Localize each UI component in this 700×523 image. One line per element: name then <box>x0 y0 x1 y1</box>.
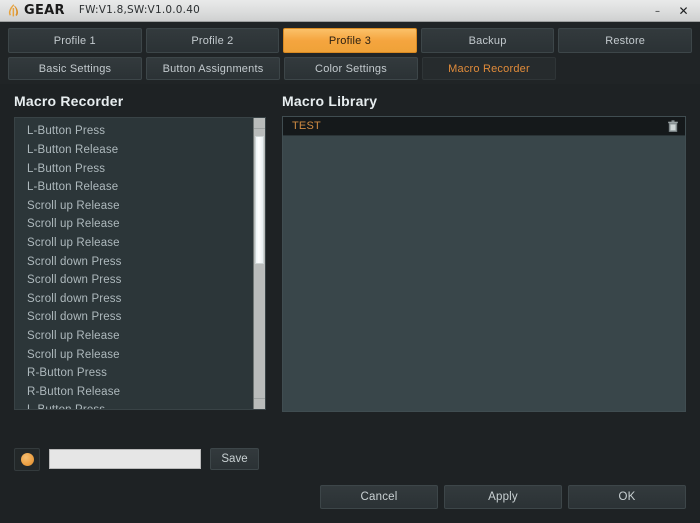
macro-name-label: TEST <box>292 120 321 133</box>
brand: GEAR <box>6 3 65 18</box>
record-button[interactable] <box>14 447 40 471</box>
record-dot-icon <box>20 452 34 466</box>
list-item[interactable]: R-Button Press <box>27 364 253 383</box>
tab-color-settings[interactable]: Color Settings <box>284 57 418 80</box>
footer-actions: Cancel Apply OK <box>0 479 700 523</box>
list-item[interactable]: L-Button Press <box>27 160 253 179</box>
list-item[interactable]: Scroll up Release <box>27 234 253 253</box>
title-bar: GEAR FW:V1.8,SW:V1.0.0.40 – ✕ <box>0 0 700 22</box>
leaf-logo-icon <box>6 3 21 18</box>
list-item[interactable]: Scroll up Release <box>27 346 253 365</box>
list-item[interactable]: Scroll up Release <box>27 327 253 346</box>
list-item[interactable]: L-Button Press <box>27 401 253 409</box>
list-item[interactable]: Scroll down Press <box>27 308 253 327</box>
list-item[interactable]: L-Button Press <box>27 122 253 141</box>
macro-recorder-title: Macro Recorder <box>14 93 124 109</box>
scrollbar-thumb[interactable] <box>255 135 264 264</box>
list-item[interactable]: Scroll up Release <box>27 197 253 216</box>
macro-library-empty-area[interactable] <box>283 136 685 412</box>
tab-button-assignments[interactable]: Button Assignments <box>146 57 280 80</box>
brand-name: GEAR <box>24 3 65 18</box>
macro-event-list-scrollbar[interactable] <box>253 118 265 410</box>
tab-profile-2[interactable]: Profile 2 <box>145 28 280 53</box>
close-button[interactable]: ✕ <box>677 4 690 18</box>
tab-profile-1[interactable]: Profile 1 <box>8 28 142 53</box>
tab-profile-3[interactable]: Profile 3 <box>283 28 417 53</box>
macro-library-title: Macro Library <box>282 93 378 109</box>
trash-icon[interactable] <box>667 120 679 133</box>
minimize-button[interactable]: – <box>651 4 664 18</box>
list-item[interactable]: Scroll down Press <box>27 271 253 290</box>
list-item[interactable]: R-Button Release <box>27 383 253 402</box>
macro-event-list-container: L-Button Press L-Button Release L-Button P… <box>14 117 266 411</box>
tab-basic-settings[interactable]: Basic Settings <box>8 57 142 80</box>
secondary-tab-row: Basic Settings Button Assignments Color … <box>8 57 692 80</box>
list-item[interactable]: Scroll up Release <box>27 215 253 234</box>
scroll-up-arrow[interactable] <box>254 118 265 130</box>
list-item[interactable]: L-Button Release <box>27 178 253 197</box>
save-button[interactable]: Save <box>210 448 259 470</box>
main-content: Macro Recorder L-Button Press L-Button Re… <box>0 84 700 437</box>
firmware-version-text: FW:V1.8,SW:V1.0.0.40 <box>78 4 200 17</box>
window-controls: – ✕ <box>651 4 696 18</box>
tab-restore[interactable]: Restore <box>558 28 692 53</box>
macro-recorder-panel: Macro Recorder L-Button Press L-Button Re… <box>14 93 266 437</box>
tab-macro-recorder[interactable]: Macro Recorder <box>422 57 556 80</box>
scroll-down-arrow[interactable] <box>254 398 265 410</box>
tab-backup[interactable]: Backup <box>420 28 555 53</box>
apply-button[interactable]: Apply <box>444 485 562 509</box>
macro-library-panel: Macro Library TEST <box>282 93 686 437</box>
macro-library-list: TEST <box>282 116 686 413</box>
tab-zone: Profile 1 Profile 2 Profile 3 Backup Res… <box>0 22 700 84</box>
list-item[interactable]: L-Button Release <box>27 141 253 160</box>
cancel-button[interactable]: Cancel <box>320 485 438 509</box>
recorder-controls-bar: Save <box>0 439 700 479</box>
macro-event-list[interactable]: L-Button Press L-Button Release L-Button P… <box>15 118 253 409</box>
macro-name-input[interactable] <box>49 449 201 469</box>
application-window: GEAR FW:V1.8,SW:V1.0.0.40 – ✕ Profile 1 … <box>0 0 700 523</box>
list-item[interactable]: Scroll down Press <box>27 253 253 272</box>
list-item[interactable]: TEST <box>283 117 685 137</box>
primary-tab-row: Profile 1 Profile 2 Profile 3 Backup Res… <box>8 28 692 53</box>
ok-button[interactable]: OK <box>568 485 686 509</box>
list-item[interactable]: Scroll down Press <box>27 290 253 309</box>
